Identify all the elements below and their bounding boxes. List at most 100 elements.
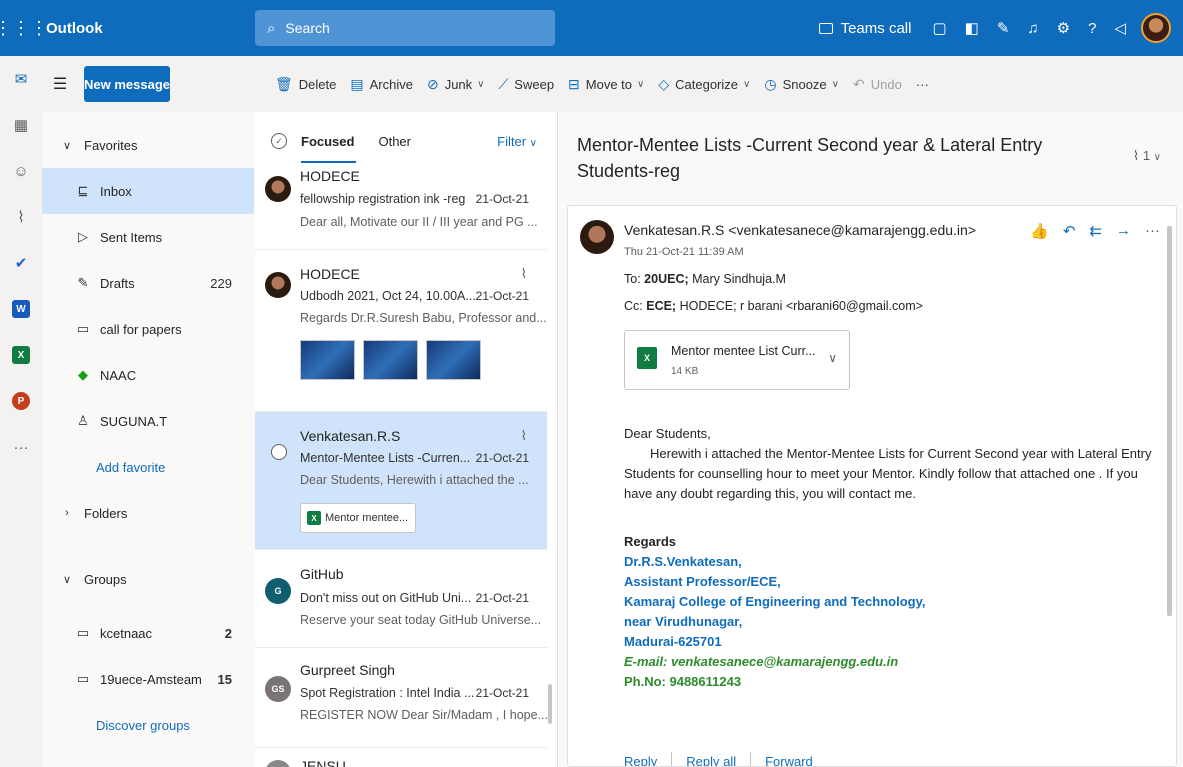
list-item[interactable]: G GitHub Don't miss out on GitHub Uni...…: [255, 550, 547, 648]
filter-button[interactable]: Filter ∨: [497, 134, 537, 149]
snooze-button[interactable]: ◷ Snooze ∨: [757, 76, 846, 93]
message-sender: Venkatesan.R.S: [300, 428, 401, 444]
help-icon[interactable]: ?: [1079, 0, 1105, 56]
sender-address[interactable]: Venkatesan.R.S <venkatesanece@kamarajeng…: [624, 222, 976, 238]
more-apps-icon[interactable]: ···: [0, 424, 42, 470]
avatar[interactable]: [1141, 13, 1171, 43]
reply-all-button[interactable]: Reply all: [686, 754, 736, 767]
tab-focused[interactable]: Focused: [301, 134, 357, 163]
chevron-down-icon: ∨: [529, 137, 537, 149]
folder-label: Inbox: [100, 183, 132, 199]
sweep-button[interactable]: ⟋ Sweep: [491, 76, 561, 93]
teams-call-button[interactable]: Teams call: [807, 0, 924, 56]
reply-all-icon[interactable]: ⇇: [1089, 222, 1102, 240]
attachment-count[interactable]: ⌇ 1 ∨: [1133, 148, 1161, 164]
powerpoint-icon[interactable]: P: [0, 378, 42, 424]
app-launcher-icon[interactable]: ⋮⋮⋮: [0, 0, 48, 56]
attachment-chip[interactable]: X Mentor mentee...: [300, 503, 416, 533]
folder-suguna[interactable]: ♙ SUGUNA.T: [42, 398, 254, 444]
sender-avatar[interactable]: [580, 220, 614, 254]
signature: Regards Dr.R.S.Venkatesan, Assistant Pro…: [624, 532, 925, 692]
group-item-kcetnaac[interactable]: ▭ kcetnaac 2: [42, 610, 254, 656]
folder-inbox[interactable]: ⊑ Inbox: [42, 168, 254, 214]
scrollbar-thumb[interactable]: [548, 684, 552, 724]
folder-drafts[interactable]: ✎ Drafts 229: [42, 260, 254, 306]
archive-button[interactable]: ▤ Archive: [343, 76, 420, 93]
office-icon[interactable]: ◧: [956, 0, 988, 56]
groups-header[interactable]: ∨ Groups: [42, 556, 254, 602]
mail-icon[interactable]: ✉: [0, 56, 42, 102]
discover-groups-link[interactable]: Discover groups: [42, 702, 254, 748]
command-bar: ☰ New message 🗑 Delete ▤ Archive ⊘ Junk ∨ ⟋ S…: [42, 56, 1183, 112]
people-icon[interactable]: ☺: [0, 148, 42, 194]
select-radio[interactable]: [271, 444, 287, 460]
signature-email[interactable]: E-mail: venkatesanece@kamarajengg.edu.in: [624, 652, 925, 672]
group-item-19uece-amsteam[interactable]: ▭ 19uece-Amsteam 15: [42, 656, 254, 702]
block-icon: ⊘: [426, 75, 439, 92]
paperclip-icon: ⌇: [1132, 148, 1140, 163]
list-item[interactable]: JENSU: [255, 748, 547, 767]
tab-other[interactable]: Other: [378, 134, 411, 149]
list-item[interactable]: Venkatesan.R.S ⌇ Mentor-Mentee Lists -Cu…: [255, 412, 547, 550]
new-message-button[interactable]: New message: [84, 66, 170, 102]
to-recipient[interactable]: Mary Sindhuja.M: [692, 272, 786, 286]
signature-college: Kamaraj College of Engineering and Techn…: [624, 594, 926, 609]
chat-icon[interactable]: ▢: [923, 0, 955, 56]
more-actions-icon[interactable]: ···: [1145, 222, 1160, 240]
excel-icon: X: [307, 511, 321, 525]
message-date: 21-Oct-21: [475, 192, 529, 206]
paperclip-icon[interactable]: ⌇: [0, 194, 42, 240]
search-box[interactable]: ⌕ Search: [255, 10, 555, 46]
junk-button[interactable]: ⊘ Junk ∨: [420, 76, 492, 93]
to-recipient-group[interactable]: 20UEC;: [644, 272, 688, 286]
search-icon: ⌕: [267, 19, 276, 37]
reply-icon[interactable]: ↶: [1063, 222, 1076, 240]
forward-button[interactable]: Forward: [765, 754, 813, 767]
divider: [671, 752, 673, 766]
folder-call-for-papers[interactable]: ▭ call for papers: [42, 306, 254, 352]
feedback-icon[interactable]: ✎: [988, 0, 1019, 56]
categorize-button[interactable]: ◇ Categorize ∨: [651, 76, 757, 93]
gear-icon[interactable]: ⚙: [1048, 0, 1079, 56]
word-icon[interactable]: W: [0, 286, 42, 332]
megaphone-icon[interactable]: ◁: [1105, 0, 1135, 56]
more-commands-button[interactable]: ···: [909, 77, 936, 92]
message-list-scrollbar[interactable]: [548, 172, 554, 767]
list-item[interactable]: HODECE fellowship registration ink -reg …: [255, 168, 547, 250]
add-favorite-link[interactable]: Add favorite: [42, 444, 254, 490]
menu-icon[interactable]: ☰: [42, 74, 78, 94]
signature-name: Dr.R.S.Venkatesan,: [624, 554, 742, 569]
groups-label: Groups: [84, 571, 127, 587]
list-item[interactable]: GS Gurpreet Singh Spot Registration : In…: [255, 648, 548, 748]
excel-icon[interactable]: X: [0, 332, 42, 378]
calendar-icon[interactable]: ▦: [0, 102, 42, 148]
chevron-down-icon[interactable]: ∨: [828, 351, 837, 365]
message-preview: REGISTER NOW Dear Sir/Madam , I hope...: [300, 708, 548, 722]
folder-sent-items[interactable]: ▷ Sent Items: [42, 214, 254, 260]
reply-button[interactable]: Reply: [624, 754, 657, 767]
reading-pane-scrollbar[interactable]: [1167, 226, 1172, 616]
chevron-down-icon: ∨: [62, 139, 72, 152]
todo-check-icon[interactable]: ✔: [0, 240, 42, 286]
app-title[interactable]: Outlook: [42, 20, 254, 37]
attach-count-value: 1: [1142, 148, 1151, 163]
attachment-card[interactable]: X Mentor mentee List Curr... 14 KB ∨: [624, 330, 850, 390]
move-to-button[interactable]: ⊟ Move to ∨: [561, 76, 651, 93]
image-thumbnail[interactable]: [426, 340, 481, 380]
bell-icon[interactable]: ♫: [1018, 0, 1047, 56]
attachment-thumbnails: [300, 340, 481, 380]
list-item[interactable]: HODECE ⌇ Udbodh 2021, Oct 24, 10.00A... …: [255, 250, 547, 412]
delete-button[interactable]: 🗑 Delete: [268, 76, 343, 93]
inbox-icon: ⊑: [77, 183, 89, 198]
like-icon[interactable]: 👍: [1030, 222, 1049, 240]
select-all-checkbox[interactable]: ✓: [271, 133, 287, 149]
image-thumbnail[interactable]: [300, 340, 355, 380]
undo-button[interactable]: ↶ Undo: [846, 76, 909, 93]
image-thumbnail[interactable]: [363, 340, 418, 380]
folder-naac[interactable]: ◆ NAAC: [42, 352, 254, 398]
cc-recipients[interactable]: HODECE; r barani <rbarani60@gmail.com>: [680, 299, 923, 313]
forward-icon[interactable]: →: [1116, 222, 1131, 240]
cc-recipient-group[interactable]: ECE;: [646, 299, 676, 313]
favorites-header[interactable]: ∨ Favorites: [42, 122, 254, 168]
folders-header[interactable]: › Folders: [42, 490, 254, 536]
